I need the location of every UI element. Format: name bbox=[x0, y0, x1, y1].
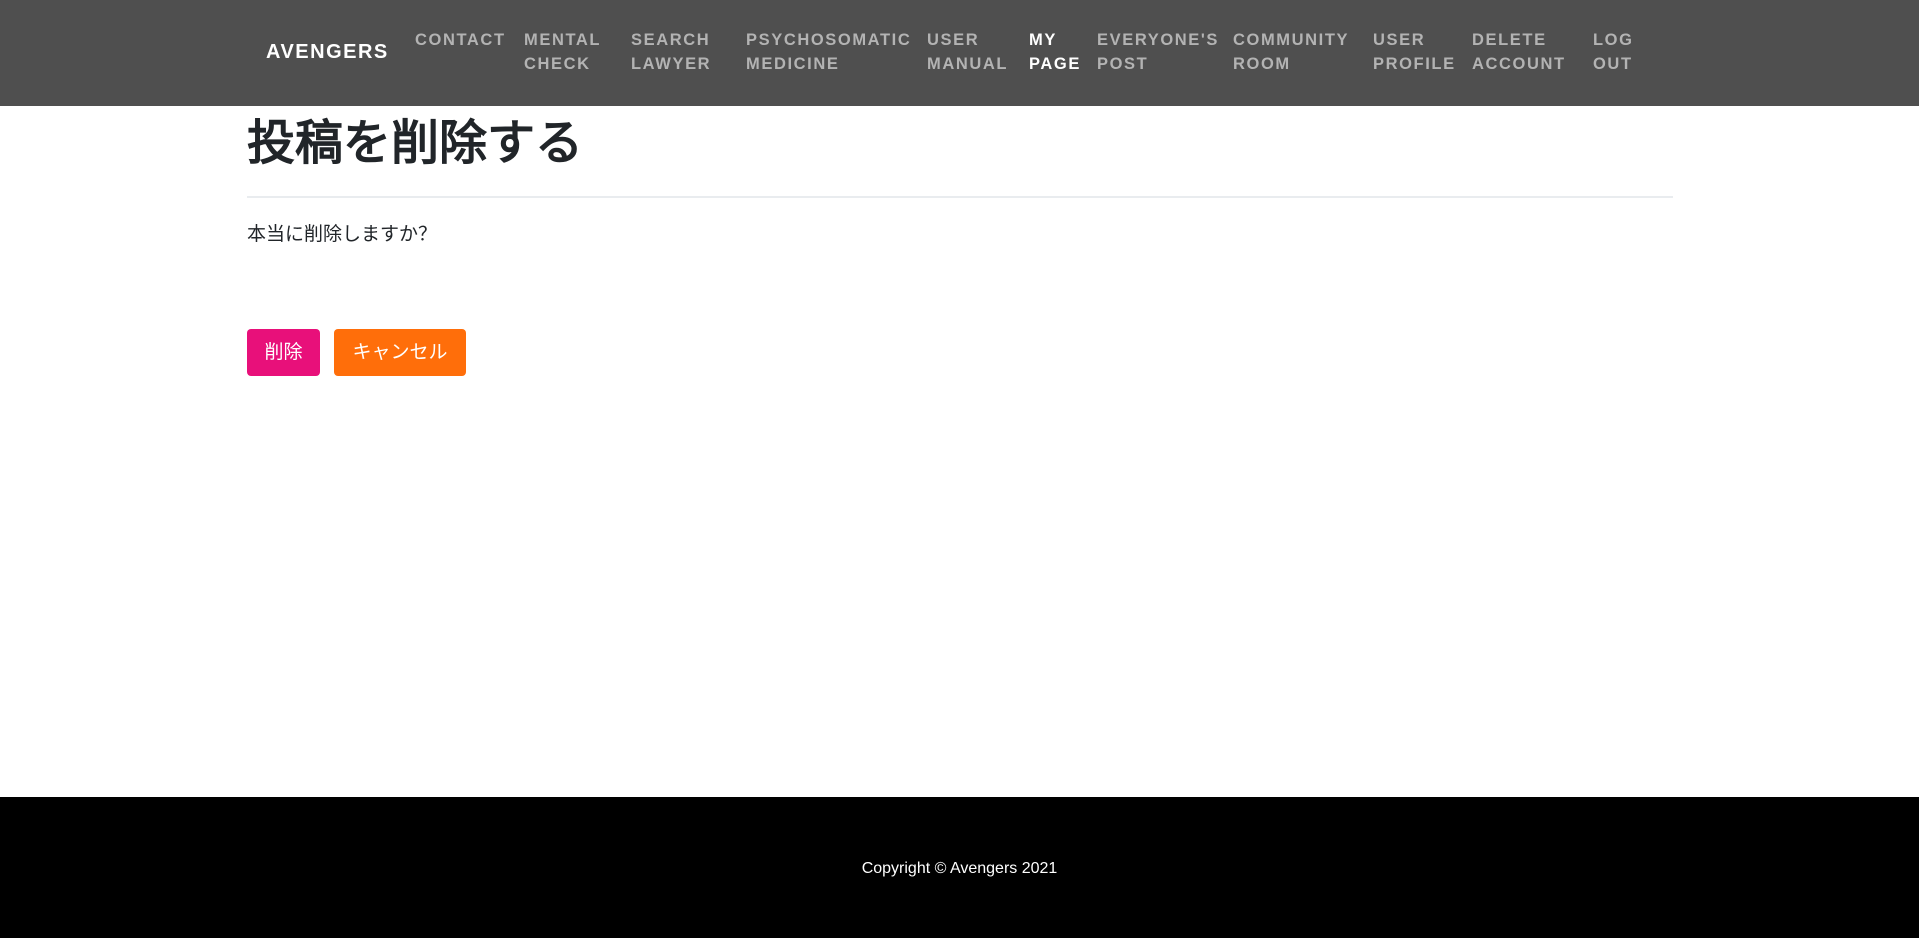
brand-logo[interactable]: AVENGERS bbox=[266, 40, 389, 64]
nav-item-label: MY bbox=[1029, 31, 1057, 49]
nav-item-delete-account[interactable]: DELETE ACCOUNT bbox=[1472, 28, 1566, 76]
nav-item-label: MENTAL bbox=[524, 31, 602, 49]
nav-item-label: SEARCH bbox=[631, 31, 711, 49]
delete-button[interactable]: 削除 bbox=[247, 329, 320, 376]
nav-item-label: EVERYONE'S bbox=[1097, 31, 1220, 49]
nav-item-label: PROFILE bbox=[1373, 55, 1456, 73]
nav-item-label: MEDICINE bbox=[746, 55, 840, 73]
nav-item-my-page[interactable]: MY PAGE bbox=[1029, 28, 1081, 76]
nav-item-label: DELETE bbox=[1472, 31, 1547, 49]
cancel-button[interactable]: キャンセル bbox=[334, 329, 466, 376]
nav-item-user-manual[interactable]: USER MANUAL bbox=[927, 28, 1008, 76]
nav-item-label: USER bbox=[1373, 31, 1426, 49]
nav-item-label: PSYCHOSOMATIC bbox=[746, 31, 912, 49]
nav-item-user-profile[interactable]: USER PROFILE bbox=[1373, 28, 1456, 76]
nav-item-contact[interactable]: CONTACT bbox=[415, 28, 506, 52]
nav-item-label: OUT bbox=[1593, 55, 1633, 73]
nav-item-log-out[interactable]: LOG OUT bbox=[1593, 28, 1634, 76]
confirm-message: 本当に削除しますか？ bbox=[247, 223, 438, 245]
title-divider bbox=[247, 196, 1673, 198]
nav-item-search-lawyer[interactable]: SEARCH LAWYER bbox=[631, 28, 711, 76]
nav-item-community-room[interactable]: COMMUNITY ROOM bbox=[1233, 28, 1349, 76]
nav-item-psychosomatic-medicine[interactable]: PSYCHOSOMATIC MEDICINE bbox=[746, 28, 911, 76]
nav-item-label: PAGE bbox=[1029, 55, 1081, 73]
nav-item-label: POST bbox=[1097, 55, 1149, 73]
navbar: AVENGERS CONTACT MENTAL CHECK SEARCH LAW… bbox=[0, 0, 1919, 106]
page-title: 投稿を削除する bbox=[247, 115, 584, 171]
nav-item-label: ROOM bbox=[1233, 55, 1291, 73]
nav-item-label: CONTACT bbox=[415, 31, 506, 49]
nav-item-mental-check[interactable]: MENTAL CHECK bbox=[524, 28, 601, 76]
nav-item-label: MANUAL bbox=[927, 55, 1009, 73]
nav-item-label: LAWYER bbox=[631, 55, 712, 73]
nav-item-label: USER bbox=[927, 31, 980, 49]
nav-item-everyones-post[interactable]: EVERYONE'S POST bbox=[1097, 28, 1219, 76]
nav-item-label: CHECK bbox=[524, 55, 591, 73]
copyright-text: Copyright © Avengers 2021 bbox=[861, 860, 1058, 877]
nav-item-label: COMMUNITY bbox=[1233, 31, 1350, 49]
nav-item-label: ACCOUNT bbox=[1472, 55, 1566, 73]
nav-item-label: LOG bbox=[1593, 31, 1634, 49]
